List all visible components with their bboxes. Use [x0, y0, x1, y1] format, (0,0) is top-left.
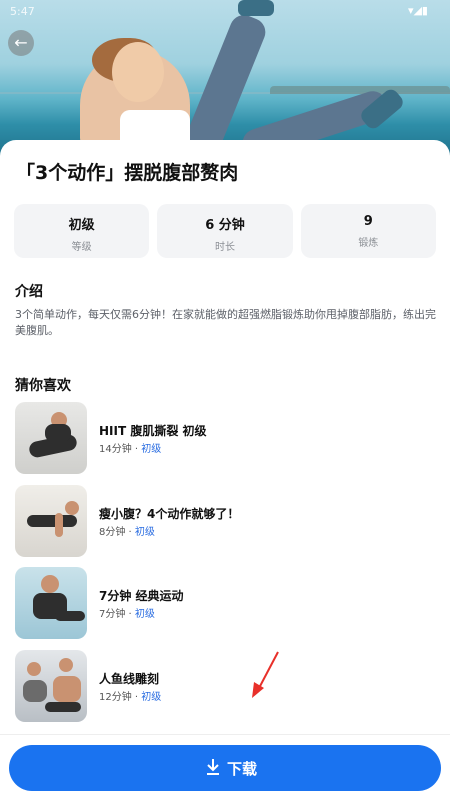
workout-thumbnail — [15, 402, 87, 474]
download-label: 下载 — [227, 760, 258, 778]
stat-level: 初级 等级 — [14, 204, 150, 258]
hero-image — [0, 0, 450, 160]
stat-value: 初级 — [68, 218, 95, 233]
workout-thumbnail — [15, 649, 87, 722]
workout-meta: 12分钟 · 初级 — [99, 688, 161, 703]
workout-meta: 14分钟 · 初级 — [99, 440, 161, 455]
recommend-item[interactable]: 瘦小腹？4个动作就够了！ 8分钟 · 初级 — [15, 484, 435, 557]
stat-value: 6 分钟 — [205, 218, 245, 233]
woman-head — [112, 42, 164, 102]
intro-heading: 介绍 — [15, 284, 43, 300]
workout-meta: 7分钟 · 初级 — [99, 605, 155, 620]
workout-stats: 初级 等级 6 分钟 时长 9 锻炼 — [14, 204, 436, 258]
stat-duration: 6 分钟 时长 — [157, 204, 293, 258]
distant-island — [270, 86, 450, 94]
workout-duration: 8分钟 · — [99, 526, 135, 538]
workout-thumbnail — [15, 484, 87, 557]
content-sheet: 「3个动作」摆脱腹部赘肉 初级 等级 6 分钟 时长 9 锻炼 介绍 3个简单动… — [0, 140, 450, 800]
status-time: 5:47 — [10, 5, 35, 18]
workout-thumbnail — [15, 567, 87, 639]
download-button[interactable]: 下载 — [9, 745, 441, 791]
stat-label: 等级 — [71, 242, 92, 253]
status-bar: 5:47 ▾◢▮ — [0, 3, 450, 21]
intro-text: 3个简单动作，每天仅需6分钟！在家就能做的超强燃脂锻炼助你甩掉腹部脂肪，练出完美… — [15, 308, 436, 337]
workout-level: 初级 — [134, 526, 155, 538]
workout-level: 初级 — [141, 691, 162, 703]
arrow-left-icon: ← — [14, 33, 28, 52]
stat-label: 时长 — [214, 242, 235, 253]
workout-name: 7分钟 经典运动 — [99, 589, 184, 603]
stat-value: 9 — [363, 214, 373, 229]
workout-name: 瘦小腹？4个动作就够了！ — [99, 506, 240, 521]
workout-level: 初级 — [141, 444, 162, 455]
back-button[interactable]: ← — [8, 30, 34, 56]
stat-exercises: 9 锻炼 — [300, 204, 436, 258]
footer-bar: 下载 — [0, 734, 450, 801]
download-icon — [207, 759, 219, 775]
recommend-list: HIIT 腹肌撕裂 初级 14分钟 · 初级 瘦小腹？4个动作就够了！ 8分钟 … — [15, 402, 435, 732]
workout-name: 人鱼线雕刻 — [99, 671, 160, 686]
workout-meta: 8分钟 · 初级 — [99, 523, 155, 538]
workout-duration: 12分钟 · — [99, 691, 142, 703]
stat-label: 锻炼 — [358, 238, 379, 249]
workout-duration: 7分钟 · — [99, 609, 135, 620]
recommend-heading: 猜你喜欢 — [15, 378, 71, 394]
workout-title: 「3个动作」摆脱腹部赘肉 — [16, 162, 239, 184]
workout-level: 初级 — [134, 609, 155, 620]
recommend-item[interactable]: HIIT 腹肌撕裂 初级 14分钟 · 初级 — [15, 402, 435, 474]
workout-name: HIIT 腹肌撕裂 初级 — [99, 424, 207, 438]
red-pointer-arrow-icon — [252, 651, 279, 698]
workout-duration: 14分钟 · — [99, 444, 142, 455]
status-icons: ▾◢▮ — [407, 4, 428, 17]
recommend-item[interactable]: 人鱼线雕刻 12分钟 · 初级 — [15, 649, 435, 722]
recommend-item[interactable]: 7分钟 经典运动 7分钟 · 初级 — [15, 567, 435, 639]
